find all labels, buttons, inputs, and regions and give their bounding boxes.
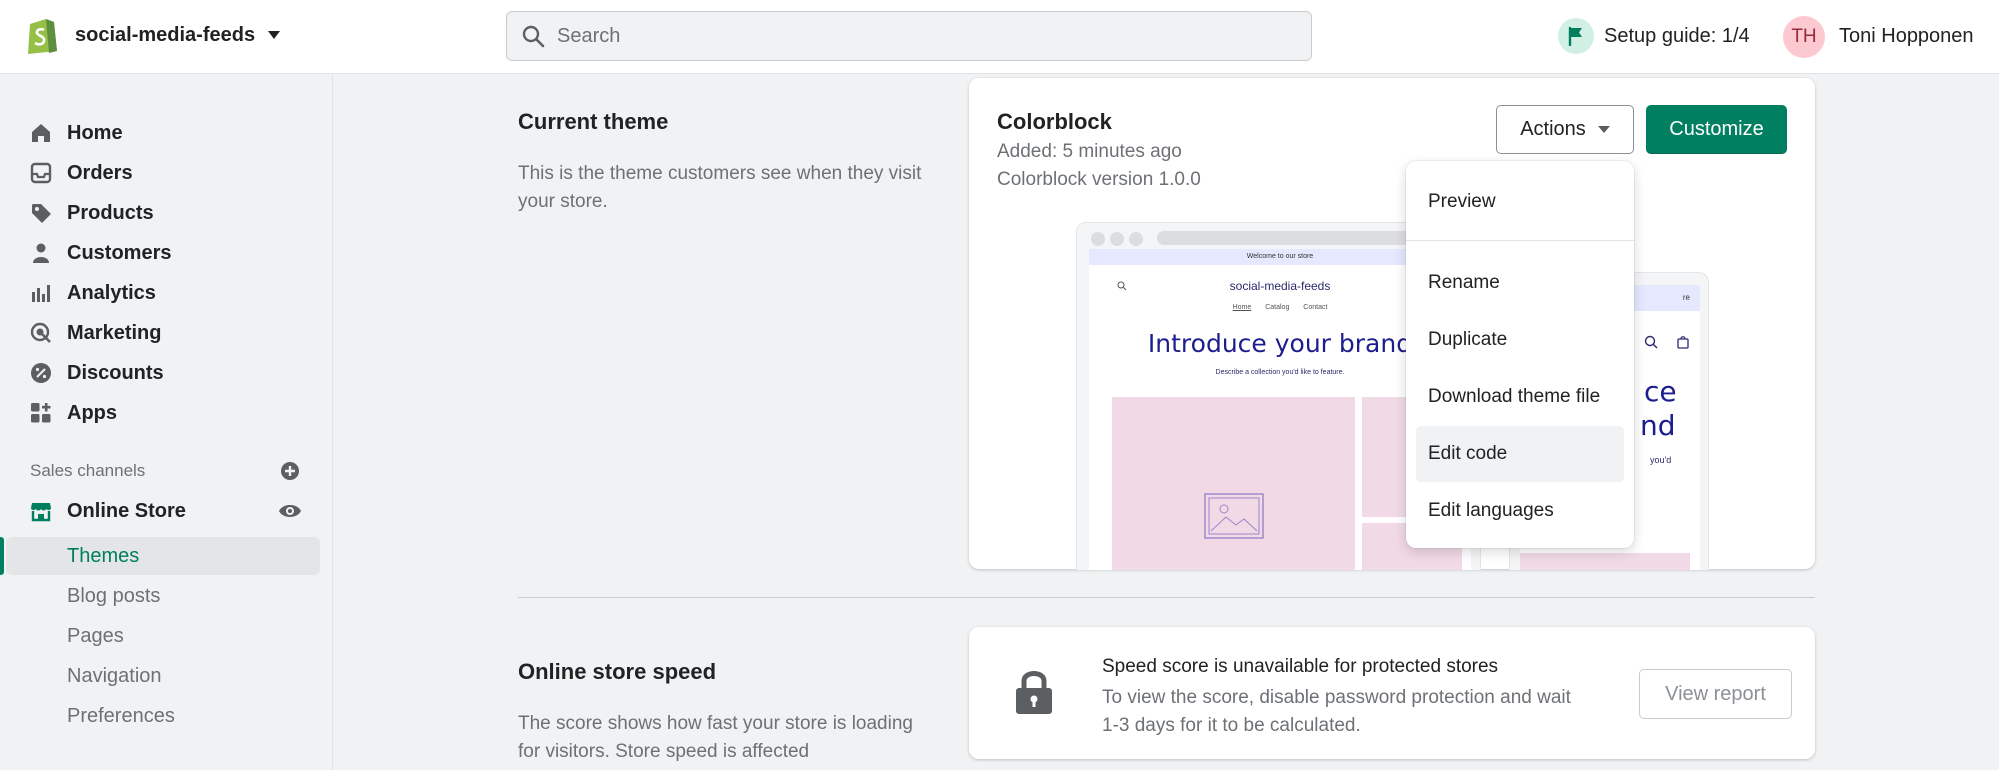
search-icon [1644, 335, 1658, 349]
sales-channels-title: Sales channels [30, 461, 146, 480]
actions-button[interactable]: Actions [1496, 105, 1634, 154]
active-indicator [0, 537, 4, 575]
sidebar-item-home[interactable]: Home [0, 115, 320, 151]
menu-divider [1406, 240, 1634, 241]
sidebar-subitem-pages[interactable]: Pages [0, 617, 320, 655]
flag-icon [1558, 18, 1594, 54]
search-box[interactable] [506, 11, 1312, 61]
customize-button[interactable]: Customize [1646, 105, 1787, 154]
current-theme-description: This is the theme customers see when the… [518, 163, 922, 212]
speed-body: To view the score, disable password prot… [1102, 687, 1571, 736]
menu-item-label: Rename [1428, 272, 1500, 293]
menu-item-label: Download theme file [1428, 386, 1601, 407]
preview-nav-item: Catalog [1265, 304, 1290, 311]
sidebar-item-customers[interactable]: Customers [0, 235, 320, 271]
sidebar: Home Orders Products Customers Analytics… [0, 75, 333, 770]
preview-image-block [1112, 397, 1355, 570]
search-icon [522, 25, 545, 48]
sidebar-subitem-label: Pages [67, 625, 124, 647]
home-icon [32, 124, 50, 142]
mobile-hero-line: nd [1640, 409, 1676, 442]
sidebar-subitem-themes[interactable]: Themes [6, 537, 320, 575]
tag-icon [32, 204, 51, 223]
sidebar-item-label: Analytics [67, 281, 156, 304]
sidebar-item-label: Home [67, 121, 123, 144]
theme-name: Colorblock [997, 109, 1112, 134]
sidebar-item-label: Products [67, 201, 154, 224]
menu-item-rename[interactable]: Rename [1416, 255, 1624, 311]
actions-menu: Preview Rename Duplicate Download theme … [1406, 161, 1634, 548]
view-report-button[interactable]: View report [1639, 669, 1792, 719]
cart-icon [1677, 336, 1689, 349]
sidebar-subitem-label: Navigation [67, 665, 162, 687]
apps-icon [31, 403, 51, 423]
bar-chart-icon [32, 285, 50, 302]
menu-item-duplicate[interactable]: Duplicate [1416, 312, 1624, 368]
add-circle-icon[interactable] [280, 461, 300, 481]
sidebar-subitem-blog-posts[interactable]: Blog posts [0, 577, 320, 615]
person-icon [33, 243, 49, 263]
store-icon [31, 503, 51, 522]
setup-guide-label: Setup guide: 1/4 [1604, 24, 1750, 47]
sidebar-item-analytics[interactable]: Analytics [0, 275, 320, 311]
user-name[interactable]: Toni Hopponen [1839, 25, 1974, 48]
menu-item-label: Duplicate [1428, 329, 1508, 350]
speed-title: Speed score is unavailable for protected… [1102, 656, 1499, 677]
top-bar: social-media-feeds Setup guide: 1/4 TH T… [0, 0, 1999, 74]
preview-nav-item: Home [1232, 304, 1252, 311]
discount-icon [31, 363, 51, 383]
menu-item-download-theme-file[interactable]: Download theme file [1416, 369, 1624, 425]
menu-item-label: Preview [1428, 191, 1496, 212]
lock-icon [1016, 671, 1052, 714]
eye-icon[interactable] [278, 501, 302, 521]
menu-item-preview[interactable]: Preview [1416, 174, 1624, 230]
avatar[interactable]: TH [1783, 16, 1825, 58]
sidebar-item-label: Marketing [67, 321, 162, 344]
sidebar-item-label: Orders [67, 161, 133, 184]
sidebar-subitem-navigation[interactable]: Navigation [0, 657, 320, 695]
section-divider [518, 597, 1815, 598]
search-input[interactable] [557, 12, 1297, 60]
theme-version: Colorblock version 1.0.0 [997, 169, 1201, 190]
speed-heading: Online store speed [518, 659, 717, 684]
sidebar-item-label: Customers [67, 241, 172, 264]
theme-added: Added: 5 minutes ago [997, 141, 1182, 162]
sidebar-item-orders[interactable]: Orders [0, 155, 320, 191]
sidebar-subitem-label: Blog posts [67, 585, 161, 607]
mobile-image-block [1520, 553, 1690, 570]
speed-description: The score shows how fast your store is l… [518, 713, 913, 762]
actions-label: Actions [1520, 118, 1586, 140]
sidebar-item-products[interactable]: Products [0, 195, 320, 231]
menu-item-label: Edit code [1428, 443, 1508, 464]
sidebar-item-label: Online Store [67, 499, 186, 522]
target-icon [30, 322, 51, 343]
sidebar-item-discounts[interactable]: Discounts [0, 355, 320, 391]
caret-down-icon[interactable] [268, 31, 280, 39]
orders-icon [30, 162, 52, 184]
menu-item-edit-code[interactable]: Edit code [1416, 426, 1624, 482]
menu-item-label: Edit languages [1428, 500, 1554, 521]
sidebar-item-marketing[interactable]: Marketing [0, 315, 320, 351]
sidebar-subitem-label: Themes [67, 545, 140, 567]
caret-down-icon [1597, 126, 1610, 133]
preview-nav-item: Contact [1303, 304, 1328, 311]
sidebar-subitem-label: Preferences [67, 705, 175, 727]
sidebar-item-apps[interactable]: Apps [0, 395, 320, 431]
shopify-logo-icon[interactable] [24, 15, 60, 55]
mobile-hero-sub: you'd [1650, 455, 1672, 465]
sidebar-item-label: Apps [67, 401, 117, 424]
menu-item-edit-languages[interactable]: Edit languages [1416, 483, 1624, 539]
sidebar-item-label: Discounts [67, 361, 164, 384]
mobile-hero-line: ce [1644, 375, 1677, 408]
sidebar-item-online-store[interactable]: Online Store [0, 493, 320, 529]
image-placeholder-icon [1204, 493, 1264, 539]
setup-guide-button[interactable]: Setup guide: 1/4 [1558, 17, 1750, 55]
store-name[interactable]: social-media-feeds [75, 24, 255, 47]
sidebar-subitem-preferences[interactable]: Preferences [0, 697, 320, 735]
current-theme-heading: Current theme [518, 109, 669, 134]
